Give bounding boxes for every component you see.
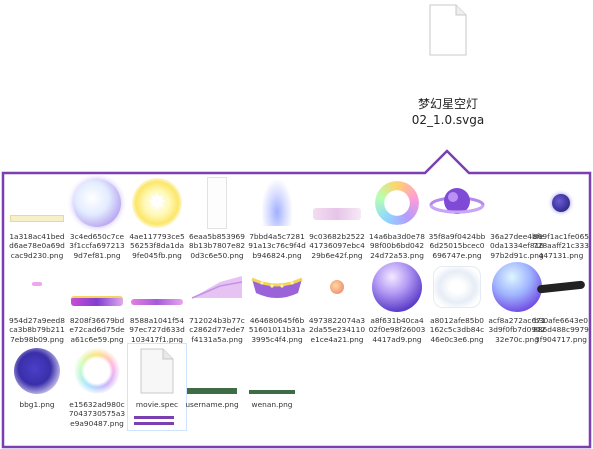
selection-underline xyxy=(134,416,174,419)
file-item[interactable]: 869f1ac1fe065728aaff21c333447131.png xyxy=(532,178,590,260)
document-icon xyxy=(129,346,185,396)
file-label: 9c03682b252241736097ebc429b6e42f.png xyxy=(309,232,365,260)
file-thumbnail xyxy=(247,346,297,396)
file-thumbnail xyxy=(9,178,65,228)
file-item[interactable]: wenan.png xyxy=(243,346,301,409)
file-label: b30afe6643e0886d488c99793f904717.png xyxy=(533,316,589,344)
file-label: a8012afe85b0162c5c3db84c46e0c3e6.png xyxy=(429,316,485,344)
file-label: movie.spec xyxy=(135,400,179,409)
file-thumbnail xyxy=(309,262,365,312)
file-label: 4973822074a32da55e234110e1ce4a21.png xyxy=(308,316,366,344)
file-item[interactable]: 14a6ba3d0e7898f00b6bd04224d72a53.png xyxy=(368,178,426,260)
document-icon xyxy=(428,4,468,56)
file-name: 梦幻星空灯 02_1.0.svga xyxy=(411,97,485,127)
file-label: 712024b3b77cc2862d77ede7f4131a5a.png xyxy=(189,316,245,344)
file-thumbnail xyxy=(9,346,65,396)
file-item[interactable]: 4973822074a32da55e234110e1ce4a21.png xyxy=(308,262,366,344)
file-item[interactable]: e15632ad980c7043730575a3e9a90487.png xyxy=(68,346,126,428)
file-thumbnail xyxy=(69,262,125,312)
svga-file-item[interactable]: 梦幻星空灯 02_1.0.svga xyxy=(388,4,508,128)
file-thumbnail xyxy=(249,262,305,312)
selection-underline xyxy=(134,422,174,425)
file-grid: 1a318ac41bedd6ae78e0a69dcac9d230.png 3c4… xyxy=(8,177,589,444)
file-item[interactable]: ✸ 4ae117793ce556253f8da1da9fe045fb.png xyxy=(128,178,186,260)
file-thumbnail xyxy=(533,178,589,228)
file-label: e15632ad980c7043730575a3e9a90487.png xyxy=(68,400,126,428)
file-item[interactable]: 3c4ed650c7ce3f1ccfa6972139d7ef81.png xyxy=(68,178,126,260)
file-thumbnail: ✸ xyxy=(129,178,185,228)
file-label: 4ae117793ce556253f8da1da9fe045fb.png xyxy=(129,232,185,260)
file-item[interactable]: a8012afe85b0162c5c3db84c46e0c3e6.png xyxy=(428,262,486,344)
file-item[interactable]: 8588a1041f5497ec727d633d103417f1.png xyxy=(128,262,186,344)
file-label: bbg1.png xyxy=(19,400,55,409)
file-label: 464680645f6b51601011b31a3995c4f4.png xyxy=(248,316,306,344)
file-item-spec[interactable]: movie.spec xyxy=(127,343,187,431)
file-item[interactable]: 1a318ac41bedd6ae78e0a69dcac9d230.png xyxy=(8,178,66,260)
file-label: 7bbd4a5c728191a13c76c9f4db946824.png xyxy=(248,232,306,260)
file-label: 3c4ed650c7ce3f1ccfa6972139d7ef81.png xyxy=(69,232,125,260)
file-thumbnail xyxy=(429,262,485,312)
file-label: 8588a1041f5497ec727d633d103417f1.png xyxy=(129,316,185,344)
file-item[interactable]: b30afe6643e0886d488c99793f904717.png xyxy=(532,262,590,344)
file-thumbnail xyxy=(187,346,237,396)
file-label: 14a6ba3d0e7898f00b6bd04224d72a53.png xyxy=(369,232,425,260)
file-item[interactable]: 464680645f6b51601011b31a3995c4f4.png xyxy=(248,262,306,344)
file-item[interactable]: 8208f36679bde72cad6d75dea61c6e59.png xyxy=(68,262,126,344)
file-item[interactable]: username.png xyxy=(183,346,241,409)
file-thumbnail xyxy=(369,178,425,228)
file-thumbnail xyxy=(9,262,65,312)
file-thumbnail xyxy=(429,178,485,228)
file-thumbnail xyxy=(249,178,305,228)
file-item[interactable]: 954d27a9eed8ca3b8b79b2117eb98b09.png xyxy=(8,262,66,344)
file-label: a8f631b40ca402f0e98f260034417ad9.png xyxy=(368,316,426,344)
file-label: 8208f36679bde72cad6d75dea61c6e59.png xyxy=(69,316,125,344)
file-thumbnail xyxy=(189,262,245,312)
file-thumbnail xyxy=(129,262,185,312)
file-label: 1a318ac41bedd6ae78e0a69dcac9d230.png xyxy=(9,232,65,260)
file-thumbnail xyxy=(369,262,425,312)
file-label: username.png xyxy=(185,400,239,409)
file-item[interactable]: a8f631b40ca402f0e98f260034417ad9.png xyxy=(368,262,426,344)
file-thumbnail xyxy=(309,178,365,228)
file-thumbnail xyxy=(69,178,125,228)
file-thumbnail xyxy=(189,177,245,229)
file-label: wenan.png xyxy=(251,400,293,409)
file-item[interactable]: 712024b3b77cc2862d77ede7f4131a5a.png xyxy=(188,262,246,344)
file-label: 6eaa5b8539698b13b7807e820d3c6e50.png xyxy=(188,232,246,260)
file-label: 35f8a9f0424bb6d25015bcec0696747e.png xyxy=(428,232,486,260)
file-label: 954d27a9eed8ca3b8b79b2117eb98b09.png xyxy=(9,316,65,344)
file-item[interactable]: 6eaa5b8539698b13b7807e820d3c6e50.png xyxy=(188,177,246,260)
file-label: 869f1ac1fe065728aaff21c333447131.png xyxy=(533,232,589,260)
file-item[interactable]: bbg1.png xyxy=(8,346,66,409)
file-item[interactable]: 35f8a9f0424bb6d25015bcec0696747e.png xyxy=(428,178,486,260)
file-thumbnail xyxy=(69,346,125,396)
file-item[interactable]: 7bbd4a5c728191a13c76c9f4db946824.png xyxy=(248,178,306,260)
file-thumbnail xyxy=(533,262,589,312)
file-item[interactable]: 9c03682b252241736097ebc429b6e42f.png xyxy=(308,178,366,260)
